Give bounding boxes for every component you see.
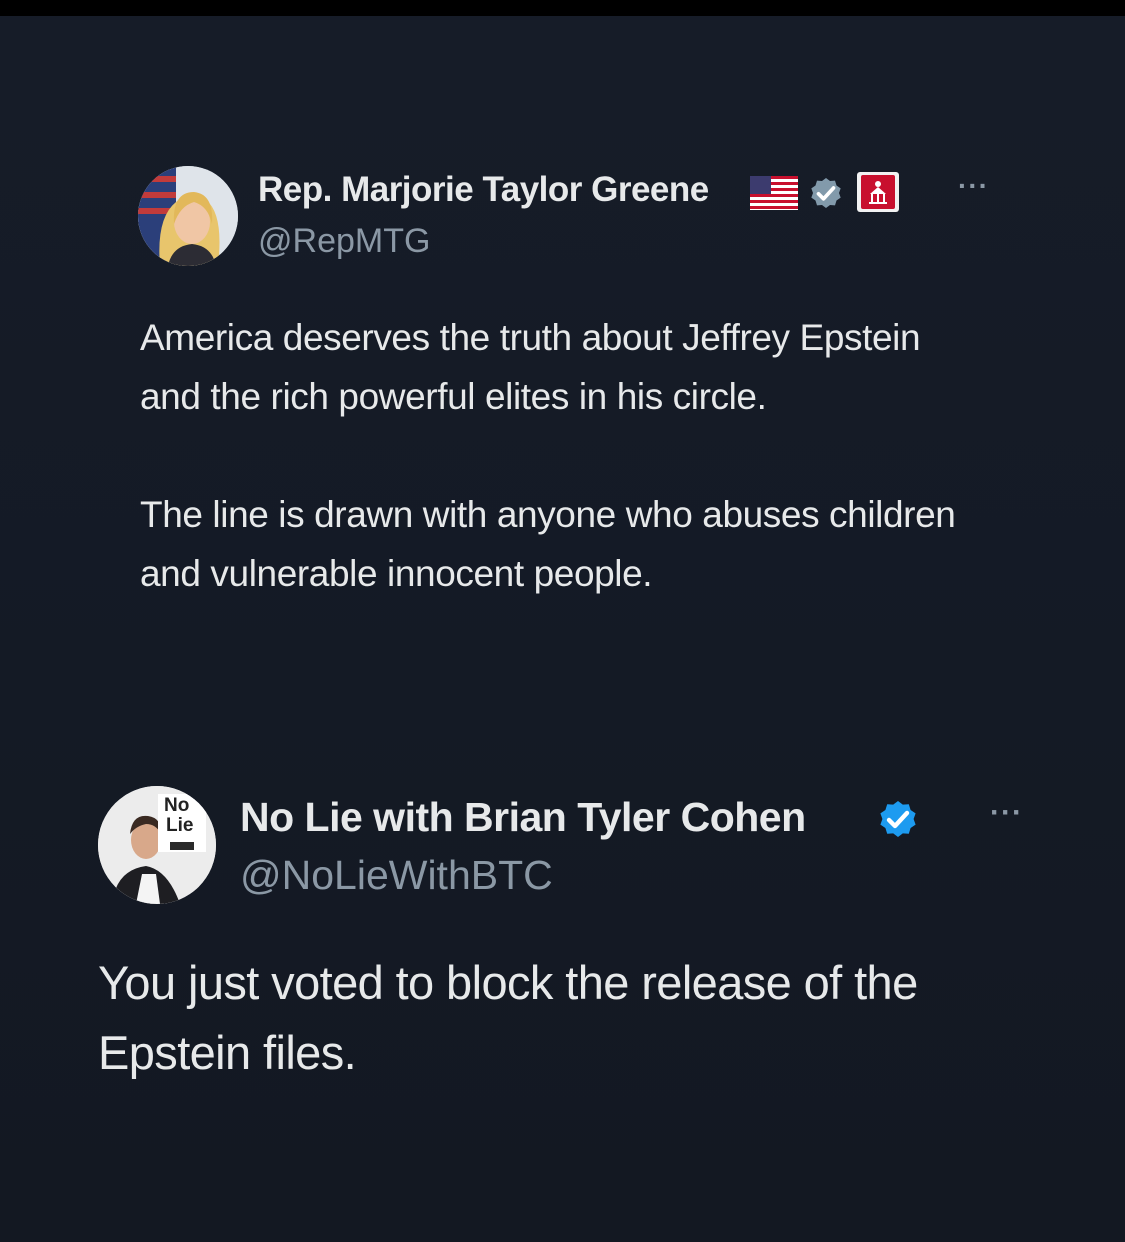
tweet-text: America deserves the truth about Jeffrey… <box>140 308 980 603</box>
avatar-image <box>138 166 238 266</box>
government-affiliation-icon[interactable] <box>857 172 899 217</box>
tweet-paragraph-2: The line is drawn with anyone who abuses… <box>140 494 956 594</box>
top-black-bar <box>0 0 1125 16</box>
gray-verified-icon[interactable] <box>806 173 846 218</box>
tweet-paragraph-1: America deserves the truth about Jeffrey… <box>140 317 921 417</box>
display-name[interactable]: Rep. Marjorie Taylor Greene <box>258 170 709 210</box>
avatar-image <box>98 786 216 904</box>
us-flag-icon <box>750 176 798 215</box>
avatar-badge-lie: Lie <box>166 815 194 836</box>
handle[interactable]: @NoLieWithBTC <box>240 852 553 899</box>
blue-verified-icon[interactable] <box>874 795 922 848</box>
handle[interactable]: @RepMTG <box>258 222 430 261</box>
display-name[interactable]: No Lie with Brian Tyler Cohen <box>240 794 806 841</box>
more-options-button[interactable]: ··· <box>958 170 989 202</box>
tweet-text: You just voted to block the release of t… <box>98 956 918 1079</box>
avatar-badge-no: No <box>164 795 190 816</box>
avatar[interactable]: No Lie <box>98 786 216 904</box>
avatar[interactable] <box>138 166 238 266</box>
more-options-button[interactable]: ··· <box>990 796 1023 830</box>
